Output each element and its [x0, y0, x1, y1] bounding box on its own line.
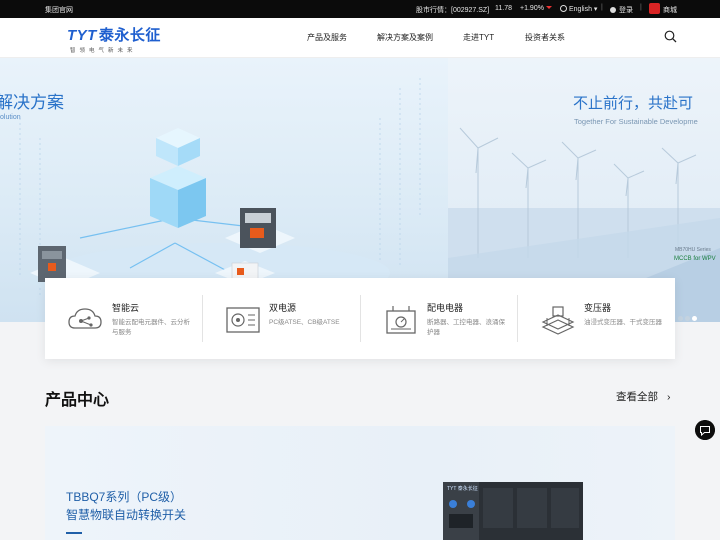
stock-change-value: +1.90% — [520, 5, 544, 12]
ats-device-image: TYT 泰永长征 — [443, 482, 583, 540]
group-site-link[interactable]: 集团官网 — [45, 5, 73, 15]
hero-title-sustainable: 不止前行，共赴可 — [573, 95, 694, 112]
login-label: 登录 — [619, 7, 633, 14]
divider: | — [601, 4, 603, 11]
category-title: 智能云 — [112, 303, 140, 313]
stock-trend-icon — [545, 6, 552, 9]
distribution-device-icon — [386, 306, 416, 334]
product-banner[interactable]: TBBQ7系列（PC级） 智慧物联自动转换开关 TYT 泰永长征 — [45, 426, 675, 540]
carousel-dot[interactable] — [685, 316, 690, 321]
stock-price: 11.78 — [495, 5, 512, 12]
category-card: 智能云 智能云配电元器件、云分析与服务 双电源 PC级ATSE、CB级ATSE … — [45, 278, 675, 359]
mall-link[interactable]: 商城 — [663, 5, 677, 15]
device-brand: TYT 泰永长征 — [447, 485, 478, 492]
stock-change: +1.90% — [520, 5, 552, 12]
category-title: 变压器 — [584, 303, 612, 313]
category-desc: 油浸式变压器、干式变压器 — [584, 319, 662, 326]
chevron-right-icon: › — [667, 391, 671, 403]
category-smart-cloud[interactable]: 智能云 智能云配电元器件、云分析与服务 — [45, 278, 202, 359]
category-desc: PC级ATSE、CB级ATSE — [269, 319, 340, 326]
category-title: 双电源 — [269, 303, 297, 313]
category-distribution[interactable]: 配电电器 断路器、工控电器、浪涌保护器 — [360, 278, 517, 359]
nav-products[interactable]: 产品及服务 — [307, 32, 347, 43]
carousel-dot[interactable] — [678, 316, 683, 321]
transformer-icon — [541, 306, 575, 335]
banner-title: TBBQ7系列（PC级） — [66, 490, 183, 504]
carousel-dot-active[interactable] — [692, 316, 697, 321]
logo-cn: 泰永长征 — [98, 27, 161, 44]
category-desc: 智能云配电元器件、云分析与服务 — [112, 319, 190, 336]
mall-icon[interactable] — [649, 3, 660, 14]
login-link[interactable]: 登录 — [610, 5, 633, 15]
stock-label[interactable]: 股市行情：[002927.SZ] — [416, 5, 489, 15]
top-utility-bar: 集团官网 股市行情：[002927.SZ] 11.78 +1.90% Engli… — [0, 0, 720, 18]
carousel-dots — [678, 308, 699, 322]
transfer-switch-icon — [226, 307, 260, 333]
banner-subtitle: 智慧物联自动转换开关 — [66, 508, 187, 522]
globe-icon — [560, 5, 567, 12]
brand-logo[interactable]: TYT 泰永长征 智领电气新未来 — [67, 24, 161, 54]
divider: | — [640, 4, 642, 11]
nav-solutions[interactable]: 解决方案及案例 — [377, 32, 433, 43]
language-label: English — [569, 6, 592, 13]
banner-accent-bar — [66, 532, 82, 534]
nav-about[interactable]: 走进TYT — [463, 32, 494, 43]
section-title-products: 产品中心 — [45, 392, 110, 409]
cloud-network-icon — [68, 308, 102, 329]
hero-title-solutions: 解决方案 — [0, 93, 64, 112]
main-header: TYT 泰永长征 智领电气新未来 产品及服务 解决方案及案例 走进TYT 投资者关… — [0, 18, 720, 58]
chat-icon[interactable] — [695, 420, 715, 440]
logo-en: TYT — [67, 27, 97, 44]
mccb-tag: MCCB for WPV — [674, 256, 716, 262]
language-switch[interactable]: English ▾ — [560, 5, 597, 13]
logo-slogan: 智领电气新未来 — [70, 48, 137, 54]
category-title: 配电电器 — [427, 303, 464, 313]
category-desc: 断路器、工控电器、浪涌保护器 — [427, 319, 505, 336]
category-transformer[interactable]: 变压器 油浸式变压器、干式变压器 — [517, 278, 674, 359]
search-icon[interactable] — [664, 30, 677, 43]
user-icon — [610, 7, 616, 13]
view-all-label: 查看全部 — [616, 391, 658, 403]
view-all-link[interactable]: 查看全部 › — [616, 389, 671, 404]
nav-investors[interactable]: 投资者关系 — [525, 32, 565, 43]
hero-subtitle-sustainable: Together For Sustainable Developme — [574, 117, 698, 126]
series-tag: MB70HU Series — [675, 247, 711, 253]
hero-subtitle-solutions: olution — [0, 114, 21, 121]
category-dual-power[interactable]: 双电源 PC级ATSE、CB级ATSE — [202, 278, 359, 359]
